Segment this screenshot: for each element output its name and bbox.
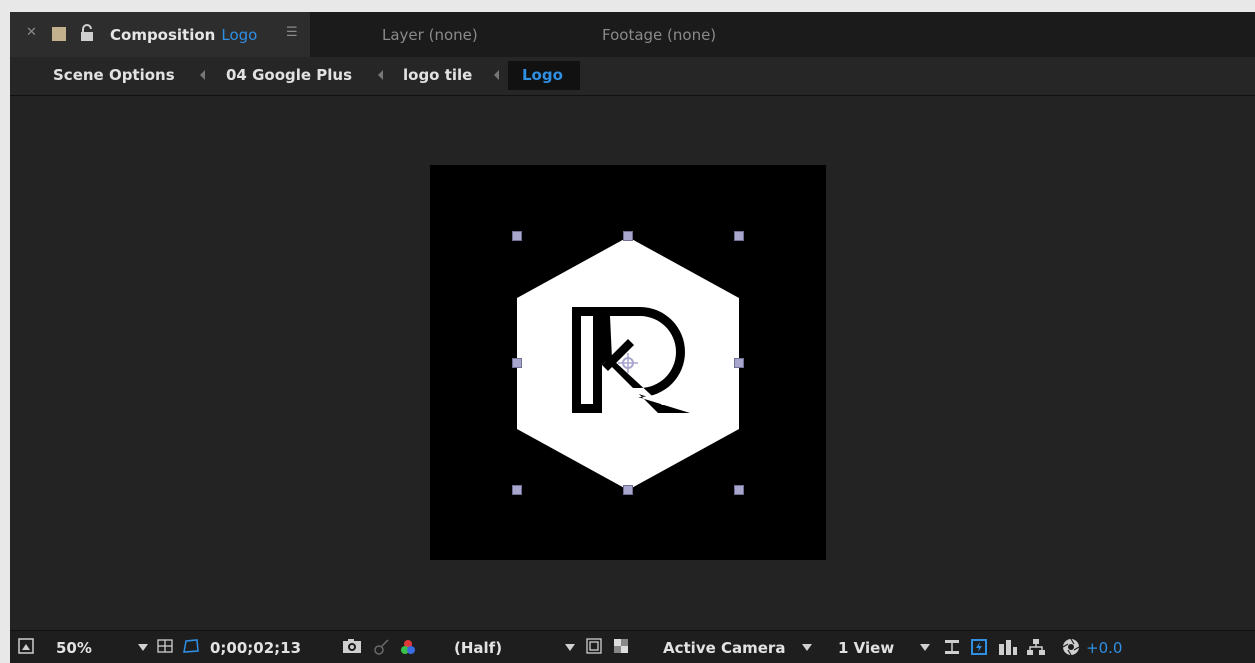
panel-tab-bar: ✕ Composition Logo ☰ Layer (none) Footage… — [10, 12, 1255, 57]
breadcrumb-arrow-icon — [200, 70, 205, 80]
composition-panel: ✕ Composition Logo ☰ Layer (none) Footage… — [10, 12, 1255, 663]
transform-handle[interactable] — [512, 358, 522, 368]
zoom-dropdown-icon[interactable] — [138, 644, 148, 651]
tab-composition[interactable]: ✕ Composition Logo ☰ — [10, 12, 310, 57]
view-layout-select[interactable]: 1 View — [838, 639, 894, 657]
transform-handle[interactable] — [512, 485, 522, 495]
transform-handle[interactable] — [623, 231, 633, 241]
region-of-interest-icon[interactable] — [586, 638, 602, 654]
camera-icon[interactable] — [342, 638, 362, 654]
magnifier-icon[interactable] — [18, 638, 34, 654]
breadcrumb-scene-options[interactable]: Scene Options — [53, 66, 175, 84]
close-icon[interactable]: ✕ — [26, 25, 37, 40]
exposure-value[interactable]: +0.0 — [1086, 639, 1122, 657]
transform-handle[interactable] — [734, 358, 744, 368]
transparency-grid-icon[interactable] — [613, 638, 629, 654]
show-snapshot-icon[interactable] — [372, 638, 392, 656]
tab-footage[interactable]: Footage (none) — [602, 26, 716, 44]
viewer-controls-bar: 50% 0;00;02;13 (Half) Active Camera 1 Vi… — [10, 630, 1255, 663]
fast-preview-icon[interactable] — [970, 638, 988, 656]
breadcrumb-arrow-icon — [378, 70, 383, 80]
tab-layer[interactable]: Layer (none) — [382, 26, 478, 44]
breadcrumb-google-plus[interactable]: 04 Google Plus — [226, 66, 352, 84]
composition-frame[interactable] — [430, 165, 826, 560]
logo-layer[interactable] — [430, 165, 826, 560]
resolution-dropdown-icon[interactable] — [565, 644, 575, 651]
composition-name: Logo — [221, 26, 258, 44]
breadcrumb — [10, 57, 1255, 96]
tab-composition-title: Composition Logo — [110, 26, 257, 44]
transform-handle[interactable] — [734, 485, 744, 495]
camera-select[interactable]: Active Camera — [663, 639, 785, 657]
breadcrumb-logo-tile[interactable]: logo tile — [403, 66, 472, 84]
camera-dropdown-icon[interactable] — [802, 644, 812, 651]
lock-icon[interactable] — [80, 24, 94, 42]
rgb-channels-icon[interactable] — [400, 638, 422, 656]
breadcrumb-logo-current[interactable]: Logo — [508, 61, 580, 90]
tab-composition-label: Composition — [110, 26, 216, 44]
mask-icon[interactable] — [182, 638, 200, 654]
zoom-level[interactable]: 50% — [56, 639, 92, 657]
transform-handle[interactable] — [623, 485, 633, 495]
flowchart-icon[interactable] — [1026, 638, 1046, 656]
label-color-swatch[interactable] — [52, 27, 66, 41]
toggle-pixel-aspect-icon[interactable] — [944, 638, 960, 656]
panel-menu-icon[interactable]: ☰ — [286, 25, 298, 40]
breadcrumb-arrow-icon — [494, 70, 499, 80]
view-dropdown-icon[interactable] — [920, 644, 930, 651]
resolution-select[interactable]: (Half) — [454, 639, 502, 657]
transform-handle[interactable] — [512, 231, 522, 241]
grid-icon[interactable] — [156, 638, 174, 654]
composition-viewer[interactable] — [10, 96, 1255, 626]
timecode[interactable]: 0;00;02;13 — [210, 639, 301, 657]
timeline-icon[interactable] — [998, 638, 1018, 656]
breadcrumb-logo-label: Logo — [522, 66, 563, 84]
exposure-icon[interactable] — [1062, 638, 1080, 656]
transform-handle[interactable] — [734, 231, 744, 241]
